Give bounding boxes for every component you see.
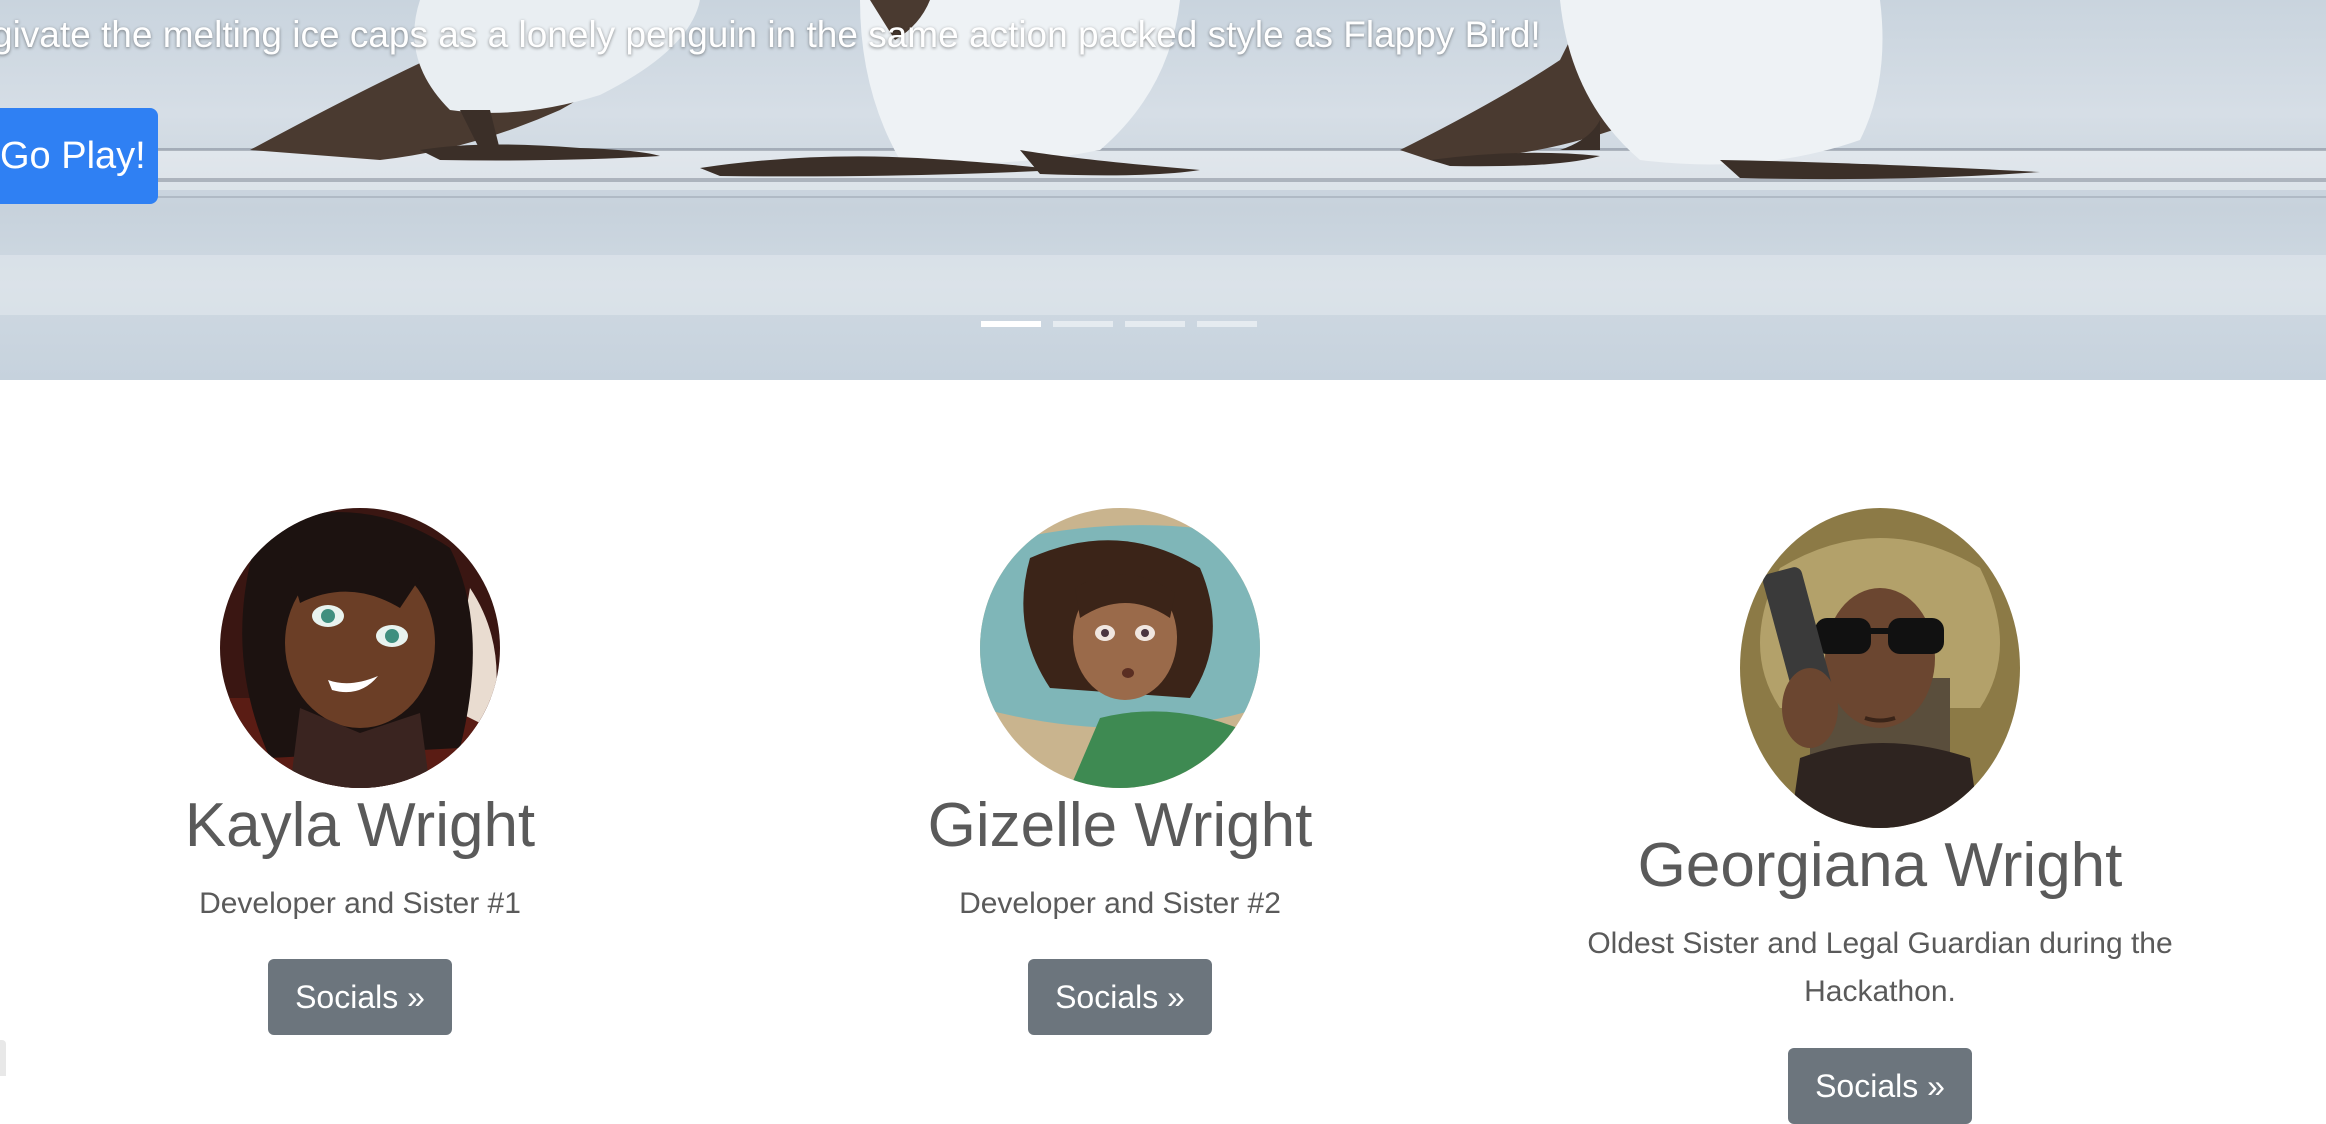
avatar-image	[220, 508, 500, 788]
avatar-image	[980, 508, 1260, 788]
socials-button[interactable]: Socials »	[268, 959, 452, 1035]
member-name: Georgiana Wright	[1637, 831, 2123, 900]
socials-button[interactable]: Socials »	[1028, 959, 1212, 1035]
hero-carousel: givate the melting ice caps as a lonely …	[0, 0, 2326, 380]
member-role: Developer and Sister #1	[199, 887, 521, 920]
carousel-indicator-1[interactable]	[981, 321, 1041, 327]
carousel-indicator-2[interactable]	[1053, 321, 1113, 327]
carousel-indicator-4[interactable]	[1197, 321, 1257, 327]
member-role: Developer and Sister #2	[959, 887, 1281, 920]
avatar-kayla	[220, 508, 500, 788]
avatar-georgiana	[1740, 508, 2020, 828]
carousel-indicators	[981, 321, 1257, 327]
member-name: Kayla Wright	[184, 791, 536, 860]
avatar-image	[1740, 508, 2020, 828]
member-role: Oldest Sister and Legal Guardian during …	[1587, 927, 2173, 1008]
hero-caption: givate the melting ice caps as a lonely …	[0, 14, 1541, 55]
scrollbar-edge	[0, 1040, 6, 1076]
go-play-button[interactable]: Go Play!	[0, 108, 158, 204]
member-name: Gizelle Wright	[927, 791, 1313, 860]
avatar-gizelle	[980, 508, 1260, 788]
carousel-indicator-3[interactable]	[1125, 321, 1185, 327]
socials-button[interactable]: Socials »	[1788, 1048, 1972, 1124]
